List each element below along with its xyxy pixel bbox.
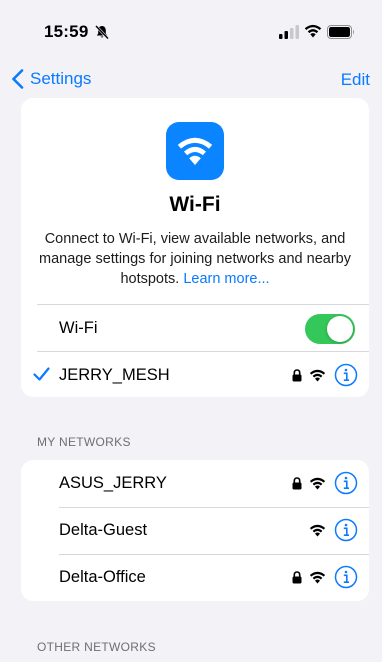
connected-network-row[interactable]: JERRY_MESH — [21, 352, 369, 397]
wifi-toggle-row: Wi-Fi — [21, 305, 369, 351]
checkmark-icon — [33, 367, 50, 381]
cellular-signal-icon — [279, 25, 299, 39]
other-networks-header: OTHER NETWORKS — [37, 640, 156, 654]
battery-icon — [327, 25, 354, 39]
toggle-knob — [327, 316, 353, 342]
bell-muted-icon — [95, 25, 109, 40]
info-icon[interactable] — [334, 363, 358, 387]
my-networks-list: ASUS_JERRY Delta-Guest Delta-Office — [21, 460, 369, 601]
info-icon[interactable] — [334, 471, 358, 495]
page-title: Wi-Fi — [169, 193, 221, 216]
lock-icon — [292, 570, 302, 583]
wifi-app-icon — [166, 122, 224, 180]
network-name: Delta-Guest — [59, 520, 148, 539]
network-status-icons — [292, 471, 358, 495]
status-bar: 15:59 — [0, 0, 382, 62]
info-icon[interactable] — [334, 565, 358, 589]
wifi-signal-icon — [309, 524, 326, 537]
navigation-bar: Settings Edit — [0, 62, 382, 96]
wifi-signal-icon — [309, 369, 326, 382]
wifi-card: Wi-Fi Connect to Wi-Fi, view available n… — [21, 98, 369, 397]
lock-icon — [292, 368, 302, 381]
info-icon[interactable] — [334, 518, 358, 542]
back-button-label: Settings — [30, 69, 92, 88]
status-time: 15:59 — [44, 22, 89, 41]
wifi-icon — [177, 137, 213, 165]
wifi-description: Connect to Wi-Fi, view available network… — [35, 229, 355, 289]
edit-button[interactable]: Edit — [341, 70, 370, 90]
wifi-toggle-label: Wi-Fi — [59, 318, 98, 337]
wifi-status-icon — [304, 24, 322, 38]
back-button[interactable]: Settings — [11, 68, 91, 90]
network-row[interactable]: Delta-Office — [21, 554, 369, 600]
network-name: Delta-Office — [59, 567, 146, 586]
wifi-signal-icon — [309, 571, 326, 584]
network-row[interactable]: ASUS_JERRY — [21, 460, 369, 506]
network-status-icons — [309, 518, 358, 542]
lock-icon — [292, 476, 302, 489]
wifi-toggle[interactable] — [305, 314, 355, 344]
network-status-icons — [292, 363, 358, 387]
chevron-left-icon — [12, 69, 24, 89]
wifi-signal-icon — [309, 477, 326, 490]
learn-more-link[interactable]: Learn more... — [183, 271, 269, 287]
network-name: ASUS_JERRY — [59, 473, 167, 492]
connected-network-name: JERRY_MESH — [59, 365, 170, 384]
network-status-icons — [292, 565, 358, 589]
my-networks-header: MY NETWORKS — [37, 435, 131, 449]
network-row[interactable]: Delta-Guest — [21, 507, 369, 553]
